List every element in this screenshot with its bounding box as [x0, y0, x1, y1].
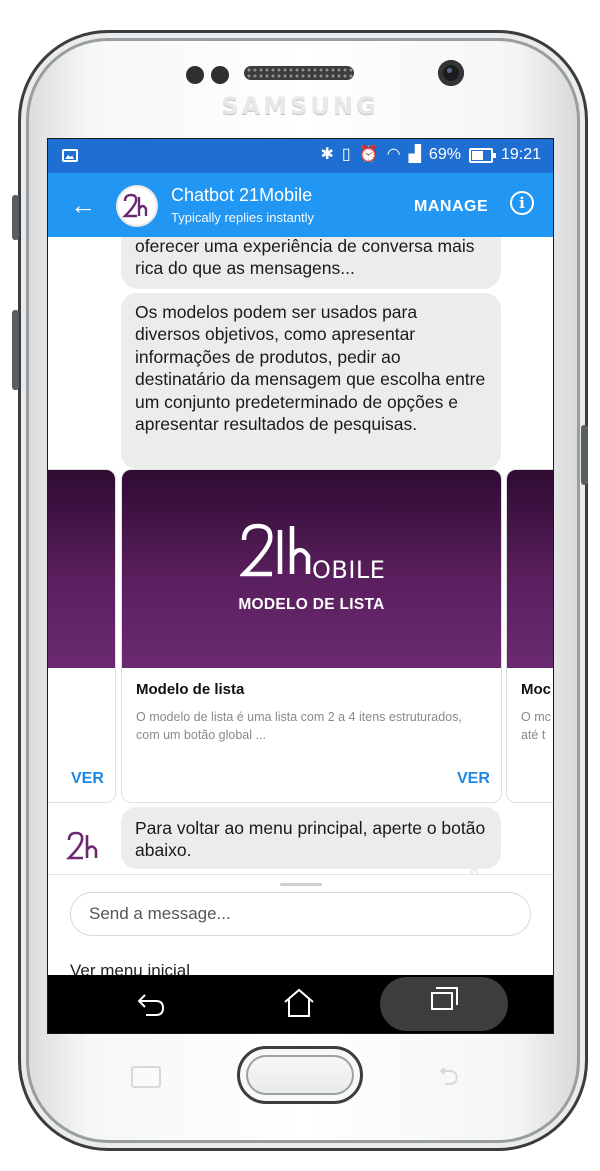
- image-notification-icon: [62, 149, 78, 162]
- wifi-icon: ◠: [386, 146, 401, 163]
- hardware-recents-key[interactable]: [131, 1066, 161, 1088]
- card-description-line: até t: [521, 728, 546, 742]
- card-image: [507, 470, 553, 668]
- info-icon[interactable]: i: [510, 191, 534, 215]
- battery-icon: [468, 147, 496, 163]
- composer: Send a message... Ver menu inicial: [48, 874, 553, 980]
- message-list[interactable]: oferecer uma experiência de conversa mai…: [48, 237, 553, 874]
- message-bubble: Para voltar ao menu principal, aperte o …: [121, 807, 501, 869]
- drag-handle[interactable]: [280, 883, 322, 886]
- signal-icon: ▟: [408, 146, 421, 163]
- navigation-bar: [48, 975, 553, 1033]
- vibrate-icon: ▯: [341, 146, 351, 163]
- chat-title: Chatbot 21Mobile: [171, 185, 313, 205]
- status-bar: ✱ ▯ ⏰ ◠ ▟ 69% 19:21: [48, 139, 553, 173]
- card-image: OBILE MODELO DE LISTA: [122, 470, 501, 668]
- carousel-card-main[interactable]: OBILE MODELO DE LISTA Modelo de lista O …: [121, 469, 502, 803]
- message-input[interactable]: Send a message...: [70, 892, 531, 936]
- volume-down-button[interactable]: [12, 310, 19, 390]
- card-image: [48, 470, 115, 668]
- sensor-dot: [211, 66, 229, 84]
- nav-recents-button[interactable]: [380, 977, 508, 1031]
- message-bubble: Os modelos podem ser usados para diverso…: [121, 293, 501, 469]
- card-title: Modelo de lista: [136, 681, 245, 698]
- card-description-line: O mc: [521, 710, 551, 724]
- message-bubble: oferecer uma experiência de conversa mai…: [121, 237, 501, 289]
- carousel-card-previous[interactable]: VER: [48, 469, 116, 803]
- bluetooth-icon: ✱: [320, 146, 334, 163]
- clock: 19:21: [500, 146, 541, 163]
- card-image-caption: MODELO DE LISTA: [238, 596, 385, 613]
- app-bar: ← Chatbot 21Mobile Typically replies ins…: [48, 173, 553, 237]
- front-camera: [438, 60, 464, 86]
- reaction-icon[interactable]: ☺: [468, 865, 490, 874]
- power-button[interactable]: [581, 425, 588, 485]
- screen: ✱ ▯ ⏰ ◠ ▟ 69% 19:21 ← Chatbot 21Mobile T…: [47, 138, 554, 1034]
- avatar[interactable]: [116, 185, 158, 227]
- manage-button[interactable]: MANAGE: [414, 198, 488, 216]
- carousel-card-next[interactable]: Moc O mc até t: [506, 469, 553, 803]
- brand-logo: SAMSUNG: [221, 92, 379, 120]
- logo-21-icon: [65, 831, 98, 860]
- bot-avatar: [63, 825, 105, 867]
- recents-icon-back: [436, 987, 458, 1005]
- card-description: O modelo de lista é uma lista com 2 a 4 …: [136, 710, 462, 742]
- back-arrow-icon[interactable]: ←: [70, 192, 96, 218]
- hardware-home-button[interactable]: [237, 1046, 363, 1104]
- card-ver-button[interactable]: VER: [71, 770, 104, 788]
- nav-home-icon[interactable]: [282, 987, 316, 1019]
- nav-back-icon[interactable]: [136, 989, 166, 1019]
- earpiece-speaker: [244, 66, 354, 80]
- sensor-dot: [186, 66, 204, 84]
- logo-wordmark: OBILE: [312, 556, 386, 584]
- logo-21-icon: [122, 193, 148, 218]
- card-title: Moc: [521, 681, 551, 698]
- status-icons: ✱ ▯ ⏰ ◠ ▟ 69% 19:21: [321, 145, 542, 165]
- chat-subtitle: Typically replies instantly: [171, 210, 315, 225]
- volume-up-button[interactable]: [12, 195, 19, 240]
- hardware-back-key[interactable]: ⮌: [438, 1063, 470, 1089]
- battery-percent: 69%: [428, 146, 461, 163]
- alarm-icon: ⏰: [358, 146, 379, 163]
- card-ver-button[interactable]: VER: [457, 770, 490, 788]
